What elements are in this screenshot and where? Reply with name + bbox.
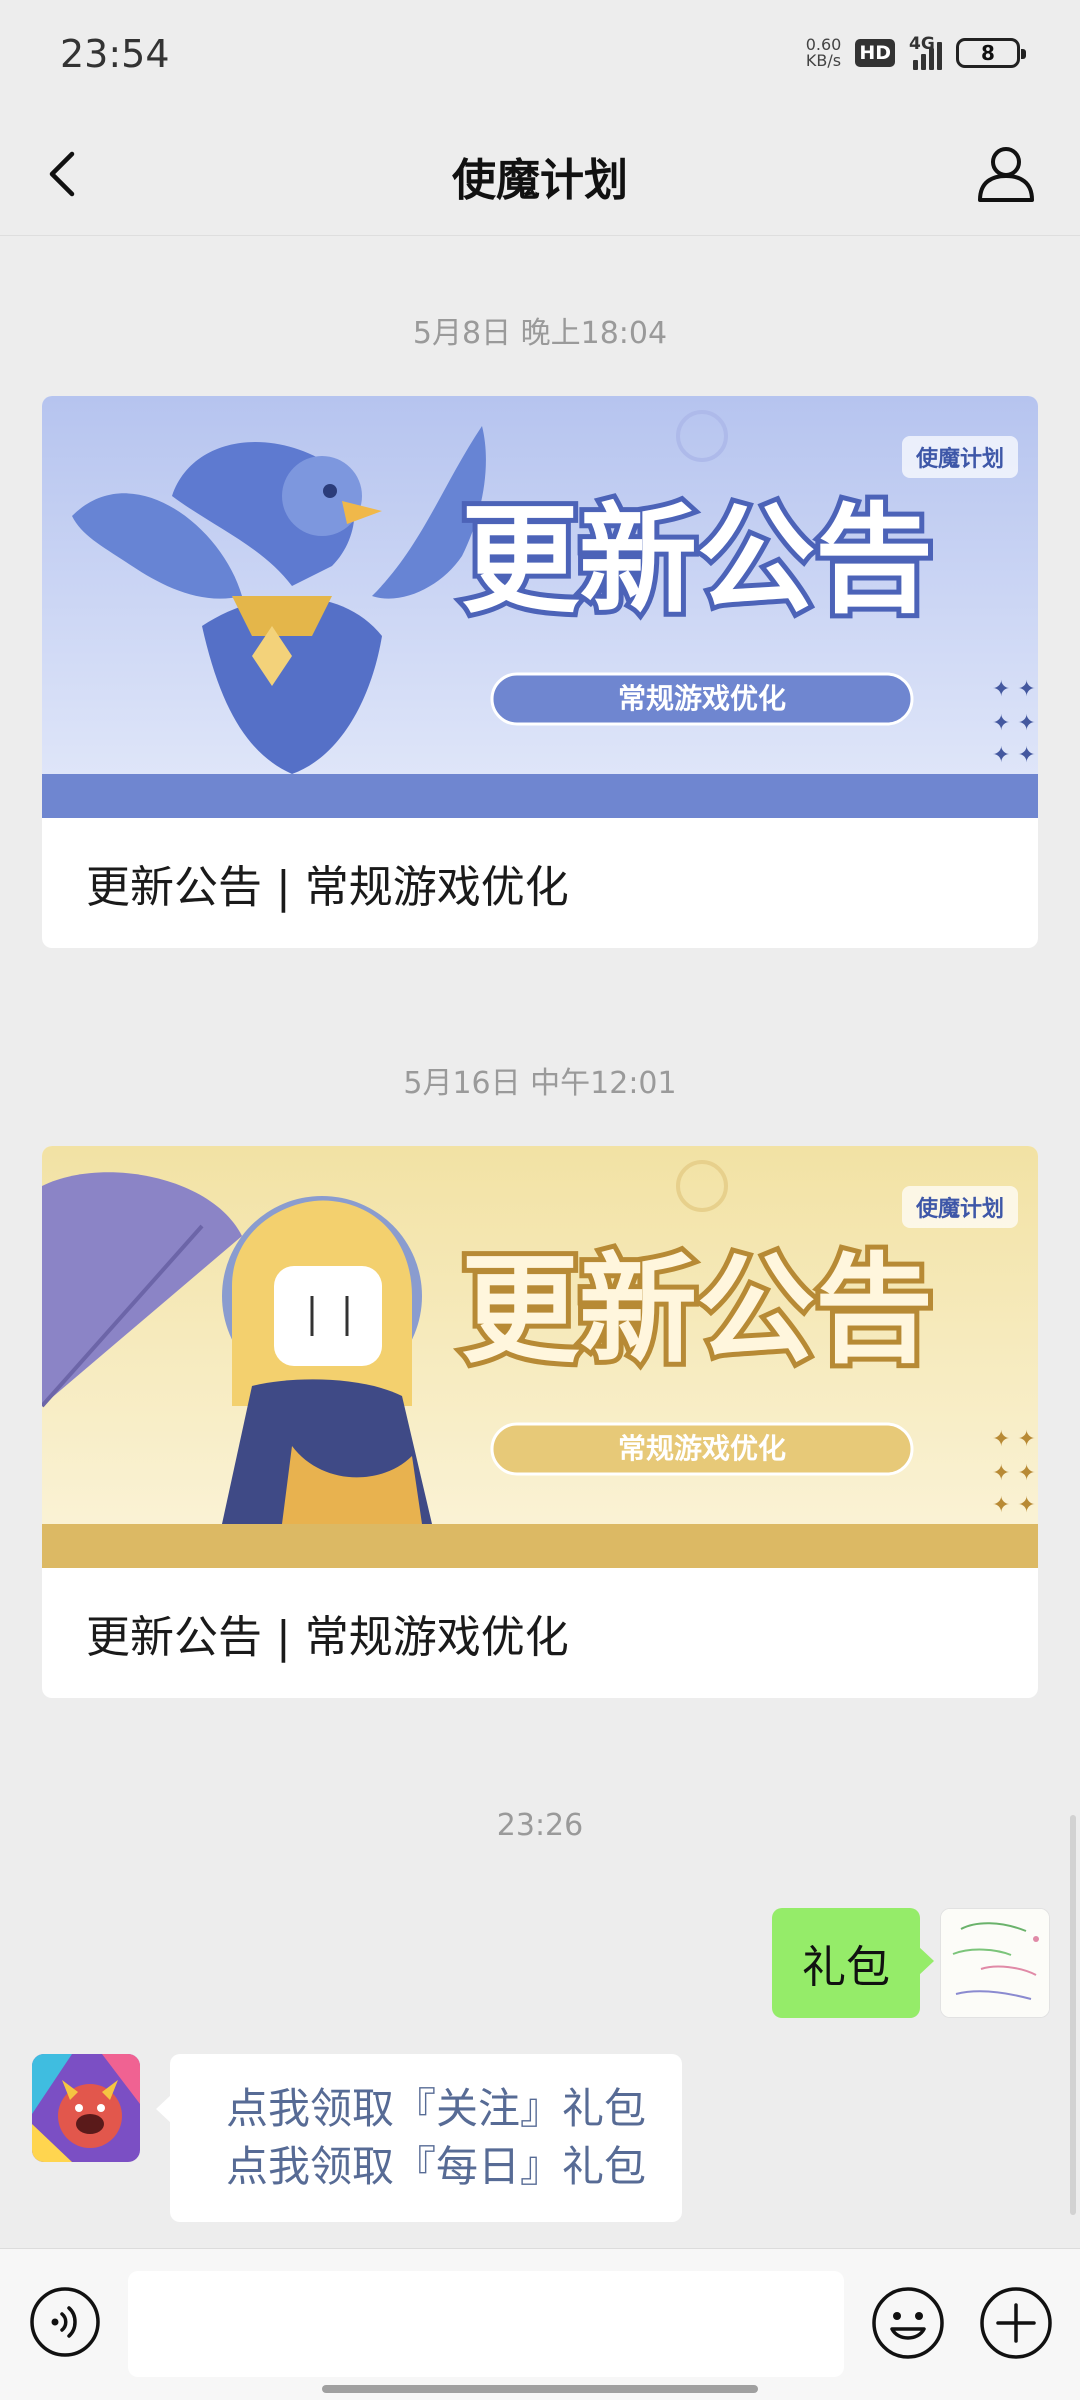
emoji-button[interactable] — [870, 2285, 946, 2361]
home-indicator[interactable] — [322, 2385, 758, 2393]
svg-text:✦ ✦: ✦ ✦ — [992, 711, 1036, 736]
message-timestamp: 23:26 — [496, 1808, 584, 1843]
more-button[interactable] — [978, 2285, 1054, 2361]
bot-avatar-image — [32, 2054, 140, 2162]
signal-icon: 4G — [909, 34, 942, 70]
status-bar: 23:54 0.60 KB/s HD 4G 8 — [0, 0, 1080, 112]
avatar[interactable] — [940, 1908, 1050, 2018]
avatar[interactable] — [32, 2054, 140, 2162]
banner-image: 使魔计划 更新公告 常规游戏优化 ✦ ✦ ✦ ✦ ✦ ✦ — [42, 1146, 1038, 1568]
emoji-icon — [872, 2287, 944, 2359]
network-speed-unit: KB/s — [805, 51, 842, 70]
profile-button[interactable] — [972, 140, 1040, 208]
article-card[interactable]: 使魔计划 更新公告 常规游戏优化 ✦ ✦ ✦ ✦ ✦ ✦ 更新公告 | 常规游戏… — [42, 1146, 1038, 1698]
outgoing-message-row: 礼包 — [772, 1908, 1050, 2018]
network-speed: 0.60 KB/s — [806, 37, 842, 69]
article-card[interactable]: 使魔计划 更新公告 常规游戏优化 ✦ ✦ ✦ ✦ ✦ ✦ 更新公告 | 常规游戏… — [42, 396, 1038, 948]
outgoing-message-bubble[interactable]: 礼包 — [772, 1908, 934, 2018]
incoming-message-bubble: 点我领取『关注』礼包 点我领取『每日』礼包 — [155, 2054, 683, 2222]
svg-text:✦ ✦: ✦ ✦ — [992, 1461, 1036, 1486]
self-avatar-image — [941, 1909, 1049, 2017]
nav-bar: 使魔计划 — [0, 112, 1080, 236]
battery-level: 8 — [981, 41, 995, 65]
svg-text:✦ ✦: ✦ ✦ — [992, 743, 1036, 768]
article-banner: 使魔计划 更新公告 常规游戏优化 ✦ ✦ ✦ ✦ ✦ ✦ — [42, 396, 1038, 818]
message-timestamp: 5月8日 晚上18:04 — [412, 316, 668, 351]
scrollbar[interactable] — [1070, 1815, 1076, 2215]
article-caption: 更新公告 | 常规游戏优化 — [86, 862, 569, 913]
status-indicators: 0.60 KB/s HD 4G 8 — [806, 34, 1026, 70]
article-caption: 更新公告 | 常规游戏优化 — [86, 1612, 569, 1663]
input-bar — [0, 2248, 1080, 2400]
gift-link-follow[interactable]: 点我领取『关注』礼包 — [226, 2080, 646, 2138]
banner-title: 更新公告 — [461, 491, 933, 629]
page-title: 使魔计划 — [452, 155, 628, 206]
battery-icon: 8 — [956, 38, 1026, 68]
hd-badge: HD — [855, 39, 895, 67]
banner-logo: 使魔计划 — [915, 446, 1004, 472]
incoming-message-row: 点我领取『关注』礼包 点我领取『每日』礼包 — [32, 2054, 683, 2222]
voice-icon — [30, 2287, 100, 2357]
article-banner: 使魔计划 更新公告 常规游戏优化 ✦ ✦ ✦ ✦ ✦ ✦ — [42, 1146, 1038, 1568]
gift-link-daily[interactable]: 点我领取『每日』礼包 — [226, 2138, 646, 2196]
plus-icon — [980, 2287, 1052, 2359]
banner-logo: 使魔计划 — [915, 1196, 1004, 1222]
message-timestamp: 5月16日 中午12:01 — [403, 1066, 677, 1101]
network-type: 4G — [909, 34, 935, 54]
banner-image: 使魔计划 更新公告 常规游戏优化 ✦ ✦ ✦ ✦ ✦ ✦ — [42, 396, 1038, 818]
svg-text:✦ ✦: ✦ ✦ — [992, 1427, 1036, 1452]
banner-subtitle: 常规游戏优化 — [618, 1432, 786, 1465]
status-time: 23:54 — [60, 32, 170, 76]
message-input[interactable] — [128, 2271, 844, 2377]
banner-subtitle: 常规游戏优化 — [618, 682, 786, 715]
banner-title: 更新公告 — [461, 1241, 933, 1379]
person-icon — [978, 147, 1034, 202]
voice-button[interactable] — [28, 2285, 102, 2359]
svg-text:✦ ✦: ✦ ✦ — [992, 677, 1036, 702]
svg-text:✦ ✦: ✦ ✦ — [992, 1493, 1036, 1518]
